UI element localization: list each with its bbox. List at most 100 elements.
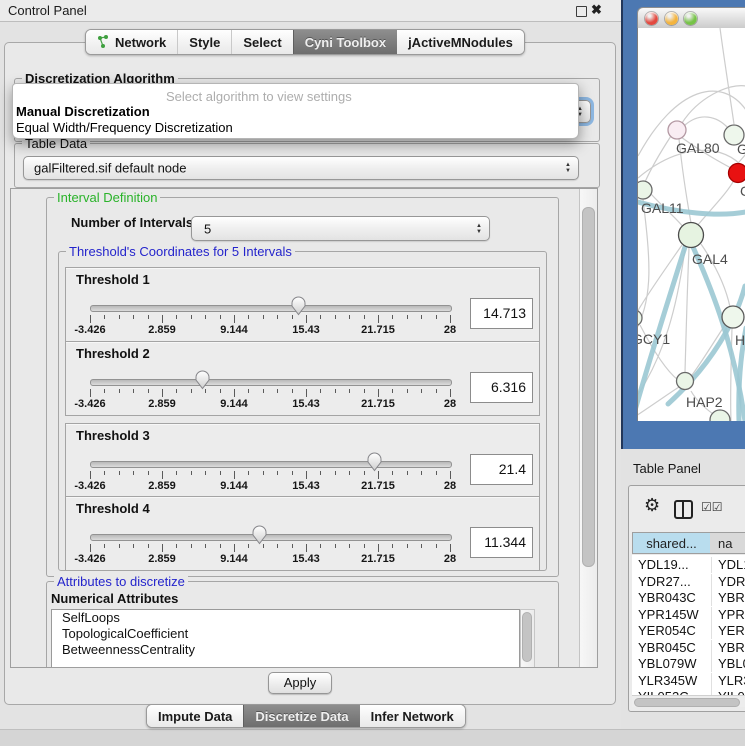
slider-track[interactable]	[90, 534, 452, 541]
tick	[436, 471, 437, 475]
tab-infer-network[interactable]: Infer Network	[360, 705, 465, 727]
node-label: GAL11	[641, 200, 684, 216]
checkbox-icons[interactable]: ☑☑	[701, 500, 723, 514]
tick	[392, 471, 393, 475]
threshold-value-field[interactable]: 14.713	[470, 298, 533, 329]
tick	[421, 471, 422, 475]
tab-jactivemnodules[interactable]: jActiveMNodules	[397, 30, 524, 54]
attribute-list-item[interactable]: TopologicalCoefficient	[52, 626, 519, 642]
popup-item-2[interactable]: Equal Width/Frequency Discretization	[16, 120, 233, 135]
horizontal-scrollbar[interactable]	[632, 695, 745, 707]
tick	[191, 544, 192, 548]
tab-label: Impute Data	[158, 709, 232, 724]
tab-label: Infer Network	[371, 709, 454, 724]
threshold-value-field[interactable]: 21.4	[470, 454, 533, 485]
tick	[148, 544, 149, 548]
slider-thumb[interactable]	[366, 451, 383, 477]
tick	[133, 544, 134, 548]
tick	[436, 315, 437, 319]
slider-track[interactable]	[90, 461, 452, 468]
slider-track[interactable]	[90, 305, 452, 312]
column-divider	[711, 607, 712, 623]
network-node[interactable]	[638, 310, 642, 326]
network-node[interactable]	[638, 181, 652, 199]
list-scrollbar-thumb[interactable]	[522, 612, 532, 662]
cell-shared-name: YBL079W	[638, 656, 710, 671]
tick	[220, 544, 221, 548]
apply-button[interactable]: Apply	[268, 672, 332, 694]
column-divider	[711, 640, 712, 656]
network-node[interactable]	[729, 164, 745, 183]
tick	[234, 544, 235, 552]
node-table-rows[interactable]: YDL19...YDL1...YDR27...YDR2...YBR043CYBR…	[632, 555, 745, 706]
tick	[349, 389, 350, 393]
list-scrollbar[interactable]	[520, 609, 535, 668]
network-canvas[interactable]: GAL80GACGAL11GAL4GCY1HHAP2	[637, 28, 745, 421]
numerical-attributes-list[interactable]: SelfLoopsTopologicalCoefficientBetweenne…	[51, 609, 520, 668]
hscrollbar-thumb[interactable]	[634, 698, 740, 707]
tab-label: jActiveMNodules	[408, 35, 513, 50]
control-panel-titlebar: Control Panel ✖	[0, 0, 621, 22]
slider-thumb[interactable]	[290, 295, 307, 321]
network-node[interactable]	[677, 373, 694, 390]
threshold-value-field[interactable]: 11.344	[470, 527, 533, 558]
popup-item-1[interactable]: Manual Discretization	[16, 104, 150, 119]
tick-label: -3.426	[74, 324, 105, 336]
top-tab-bar: NetworkStyleSelectCyni Toolbox jActiveMNo…	[85, 29, 525, 55]
tick	[90, 544, 91, 552]
threshold-label: Threshold 3	[76, 428, 150, 443]
tick	[277, 315, 278, 319]
tick-label: 21.715	[361, 553, 395, 565]
tick	[234, 315, 235, 323]
attribute-list-item[interactable]: SelfLoops	[52, 610, 519, 626]
close-icon[interactable]: ✖	[591, 2, 602, 18]
tick-label: 9.144	[220, 553, 248, 565]
tick	[320, 315, 321, 319]
node-label: HAP2	[686, 394, 723, 410]
tab-cyni-toolbox[interactable]: Cyni Toolbox	[293, 30, 397, 54]
table-data-combobox[interactable]: galFiltered.sif default node ▲▼	[23, 156, 579, 180]
network-node[interactable]	[710, 410, 730, 421]
tick	[320, 544, 321, 548]
close-traffic-light[interactable]	[645, 12, 658, 25]
cell-name: YBR0...	[718, 640, 745, 655]
tick-label: 21.715	[361, 398, 395, 410]
threshold-label: Threshold 2	[76, 346, 150, 361]
network-graph[interactable]: GAL80GACGAL11GAL4GCY1HHAP2	[638, 28, 745, 421]
threshold-value-field[interactable]: 6.316	[470, 372, 533, 403]
tab-discretize-data[interactable]: Discretize Data	[243, 705, 359, 727]
gear-icon[interactable]: ⚙	[644, 496, 660, 514]
tab-style[interactable]: Style	[177, 30, 231, 54]
node-label: H	[735, 332, 745, 348]
tick	[162, 315, 163, 323]
float-window-icon[interactable]	[576, 6, 587, 17]
column-header-shared-name[interactable]: shared...	[632, 532, 711, 554]
threshold-row-1: Threshold 1-3.4262.8599.14415.4321.71528…	[65, 267, 540, 342]
tick	[407, 315, 408, 319]
tick	[205, 315, 206, 319]
column-header-name[interactable]: na	[710, 532, 745, 554]
network-node[interactable]	[668, 121, 686, 139]
tick-label: 9.144	[220, 480, 248, 492]
network-node[interactable]	[679, 223, 704, 248]
scrollbar-thumb[interactable]	[582, 207, 595, 567]
slider-thumb[interactable]	[194, 369, 211, 395]
algorithm-popup: Select algorithm to view settings Manual…	[12, 83, 579, 139]
network-window-titlebar[interactable]	[637, 7, 745, 30]
slider-thumb[interactable]	[251, 524, 268, 550]
zoom-traffic-light[interactable]	[684, 12, 697, 25]
tick	[220, 315, 221, 319]
minimize-traffic-light[interactable]	[665, 12, 678, 25]
tab-select[interactable]: Select	[231, 30, 292, 54]
column-layout-icon[interactable]	[674, 500, 693, 519]
vertical-scrollbar[interactable]	[579, 189, 597, 667]
attribute-list-item[interactable]: BetweennessCentrality	[52, 642, 519, 658]
number-of-intervals-combobox[interactable]: 5 ▲▼	[191, 216, 490, 241]
tick	[378, 389, 379, 397]
tab-network[interactable]: Network	[86, 30, 177, 54]
tick	[104, 389, 105, 393]
tab-impute-data[interactable]: Impute Data	[147, 705, 243, 727]
slider-track[interactable]	[90, 379, 452, 386]
cell-shared-name: YPR145W	[638, 607, 710, 622]
network-node[interactable]	[722, 306, 744, 328]
